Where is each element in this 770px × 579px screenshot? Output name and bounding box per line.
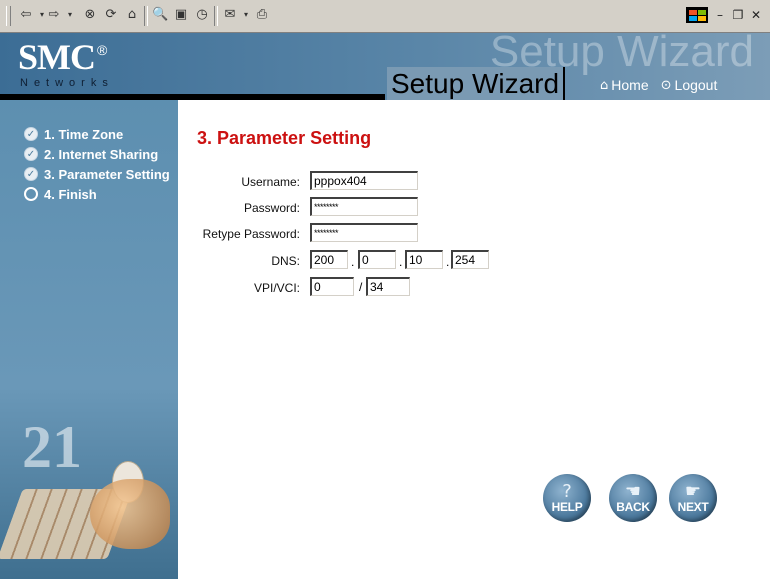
wizard-steps: ✓ 1. Time Zone ✓ 2. Internet Sharing ✓ 3… xyxy=(24,124,170,204)
dns-label: DNS: xyxy=(271,254,300,268)
back-button[interactable]: ☚ BACK xyxy=(609,474,657,522)
home-link[interactable]: ⌂ Home xyxy=(600,77,649,93)
main-content: 3. Parameter Setting Username: pppox404 … xyxy=(178,100,770,579)
username-input[interactable]: pppox404 xyxy=(310,171,418,190)
help-button-label: HELP xyxy=(551,499,583,514)
window-controls: – ❐ ✕ xyxy=(686,5,762,25)
vpi-vci-slash: / xyxy=(359,280,363,294)
step-label: 3. Parameter Setting xyxy=(44,166,170,182)
step-label: 2. Internet Sharing xyxy=(44,146,159,162)
refresh-icon[interactable]: ⟳ xyxy=(103,7,119,23)
logout-link[interactable]: ⊙ Logout xyxy=(661,77,718,93)
hand-image xyxy=(90,479,170,549)
home-icon[interactable]: ⌂ xyxy=(124,7,140,23)
retype-password-label: Retype Password: xyxy=(202,227,300,241)
favorites-icon[interactable]: ▣ xyxy=(173,7,189,23)
dns-dot: . xyxy=(399,255,403,269)
toolbar-separator xyxy=(144,6,148,26)
stop-icon[interactable]: ⊗ xyxy=(82,7,98,23)
back-button-label: BACK xyxy=(616,499,650,514)
browser-window: ⇦ ▾ ⇨ ▾ ⊗ ⟳ ⌂ 🔍 ▣ ◷ ✉ ▾ ⎙ – ❐ ✕ Setup Wi… xyxy=(0,0,770,579)
smc-logo: SMC ® xyxy=(18,36,107,78)
logout-icon: ⊙ xyxy=(660,77,672,93)
header-nav: ⌂ Home ⊙ Logout xyxy=(600,77,717,93)
password-label: Password: xyxy=(243,201,300,215)
header-banner: Setup Wizard SMC ® Networks Setup Wizard … xyxy=(0,33,770,100)
dns-octet-4[interactable]: 254 xyxy=(451,250,489,269)
username-label: Username: xyxy=(241,175,300,189)
next-button[interactable]: ☛ NEXT xyxy=(669,474,717,522)
browser-toolbar: ⇦ ▾ ⇨ ▾ ⊗ ⟳ ⌂ 🔍 ▣ ◷ ✉ ▾ ⎙ – ❐ ✕ xyxy=(0,0,770,33)
check-icon: ✓ xyxy=(24,127,38,141)
page-title: Setup Wizard xyxy=(387,67,566,100)
step-finish[interactable]: 4. Finish xyxy=(24,184,170,204)
hand-left-icon: ☚ xyxy=(624,480,642,502)
restore-icon[interactable]: ❐ xyxy=(732,8,744,22)
home-link-label: Home xyxy=(611,77,649,93)
search-icon[interactable]: 🔍 xyxy=(152,7,168,23)
check-icon: ✓ xyxy=(24,147,38,161)
dns-octet-3[interactable]: 10 xyxy=(405,250,443,269)
next-button-label: NEXT xyxy=(677,499,709,514)
dns-dot: . xyxy=(351,255,355,269)
empty-circle-icon xyxy=(24,187,38,201)
help-button[interactable]: ? HELP xyxy=(543,474,591,522)
question-icon: ? xyxy=(562,480,572,502)
toolbar-grip xyxy=(6,6,11,26)
logo-text: SMC xyxy=(18,37,96,77)
mail-dropdown-icon[interactable]: ▾ xyxy=(238,7,254,23)
step-label: 1. Time Zone xyxy=(44,126,124,142)
forward-dropdown-icon[interactable]: ▾ xyxy=(62,7,78,23)
sidebar: ✓ 1. Time Zone ✓ 2. Internet Sharing ✓ 3… xyxy=(0,100,178,579)
dns-octet-2[interactable]: 0 xyxy=(358,250,396,269)
vpi-vci-label: VPI/VCI: xyxy=(253,281,300,295)
windows-logo-icon xyxy=(686,7,708,23)
toolbar-separator xyxy=(214,6,218,26)
registered-mark: ® xyxy=(97,42,107,58)
retype-password-input[interactable]: ******** xyxy=(310,223,418,242)
decorative-photo: 21 xyxy=(0,409,178,579)
step-parameter-setting[interactable]: ✓ 3. Parameter Setting xyxy=(24,164,170,184)
section-heading: 3. Parameter Setting xyxy=(197,128,372,148)
step-internet-sharing[interactable]: ✓ 2. Internet Sharing xyxy=(24,144,170,164)
home-icon: ⌂ xyxy=(600,77,609,93)
history-icon[interactable]: ◷ xyxy=(194,7,210,23)
logout-link-label: Logout xyxy=(674,77,718,93)
logo-subtitle: Networks xyxy=(20,77,114,89)
back-icon[interactable]: ⇦ xyxy=(18,7,34,23)
forward-icon[interactable]: ⇨ xyxy=(46,7,62,23)
close-icon[interactable]: ✕ xyxy=(750,8,762,22)
step-time-zone[interactable]: ✓ 1. Time Zone xyxy=(24,124,170,144)
password-input[interactable]: ******** xyxy=(310,197,418,216)
mail-icon[interactable]: ✉ xyxy=(222,7,238,23)
check-icon: ✓ xyxy=(24,167,38,181)
dns-dot: . xyxy=(446,255,450,269)
print-icon[interactable]: ⎙ xyxy=(254,7,270,23)
vpi-input[interactable]: 0 xyxy=(310,277,354,296)
hand-right-icon: ☛ xyxy=(684,480,702,502)
step-label: 4. Finish xyxy=(44,186,97,202)
minimize-icon[interactable]: – xyxy=(714,8,726,22)
vci-input[interactable]: 34 xyxy=(366,277,410,296)
decorative-number: 21 xyxy=(22,414,82,480)
dns-octet-1[interactable]: 200 xyxy=(310,250,348,269)
